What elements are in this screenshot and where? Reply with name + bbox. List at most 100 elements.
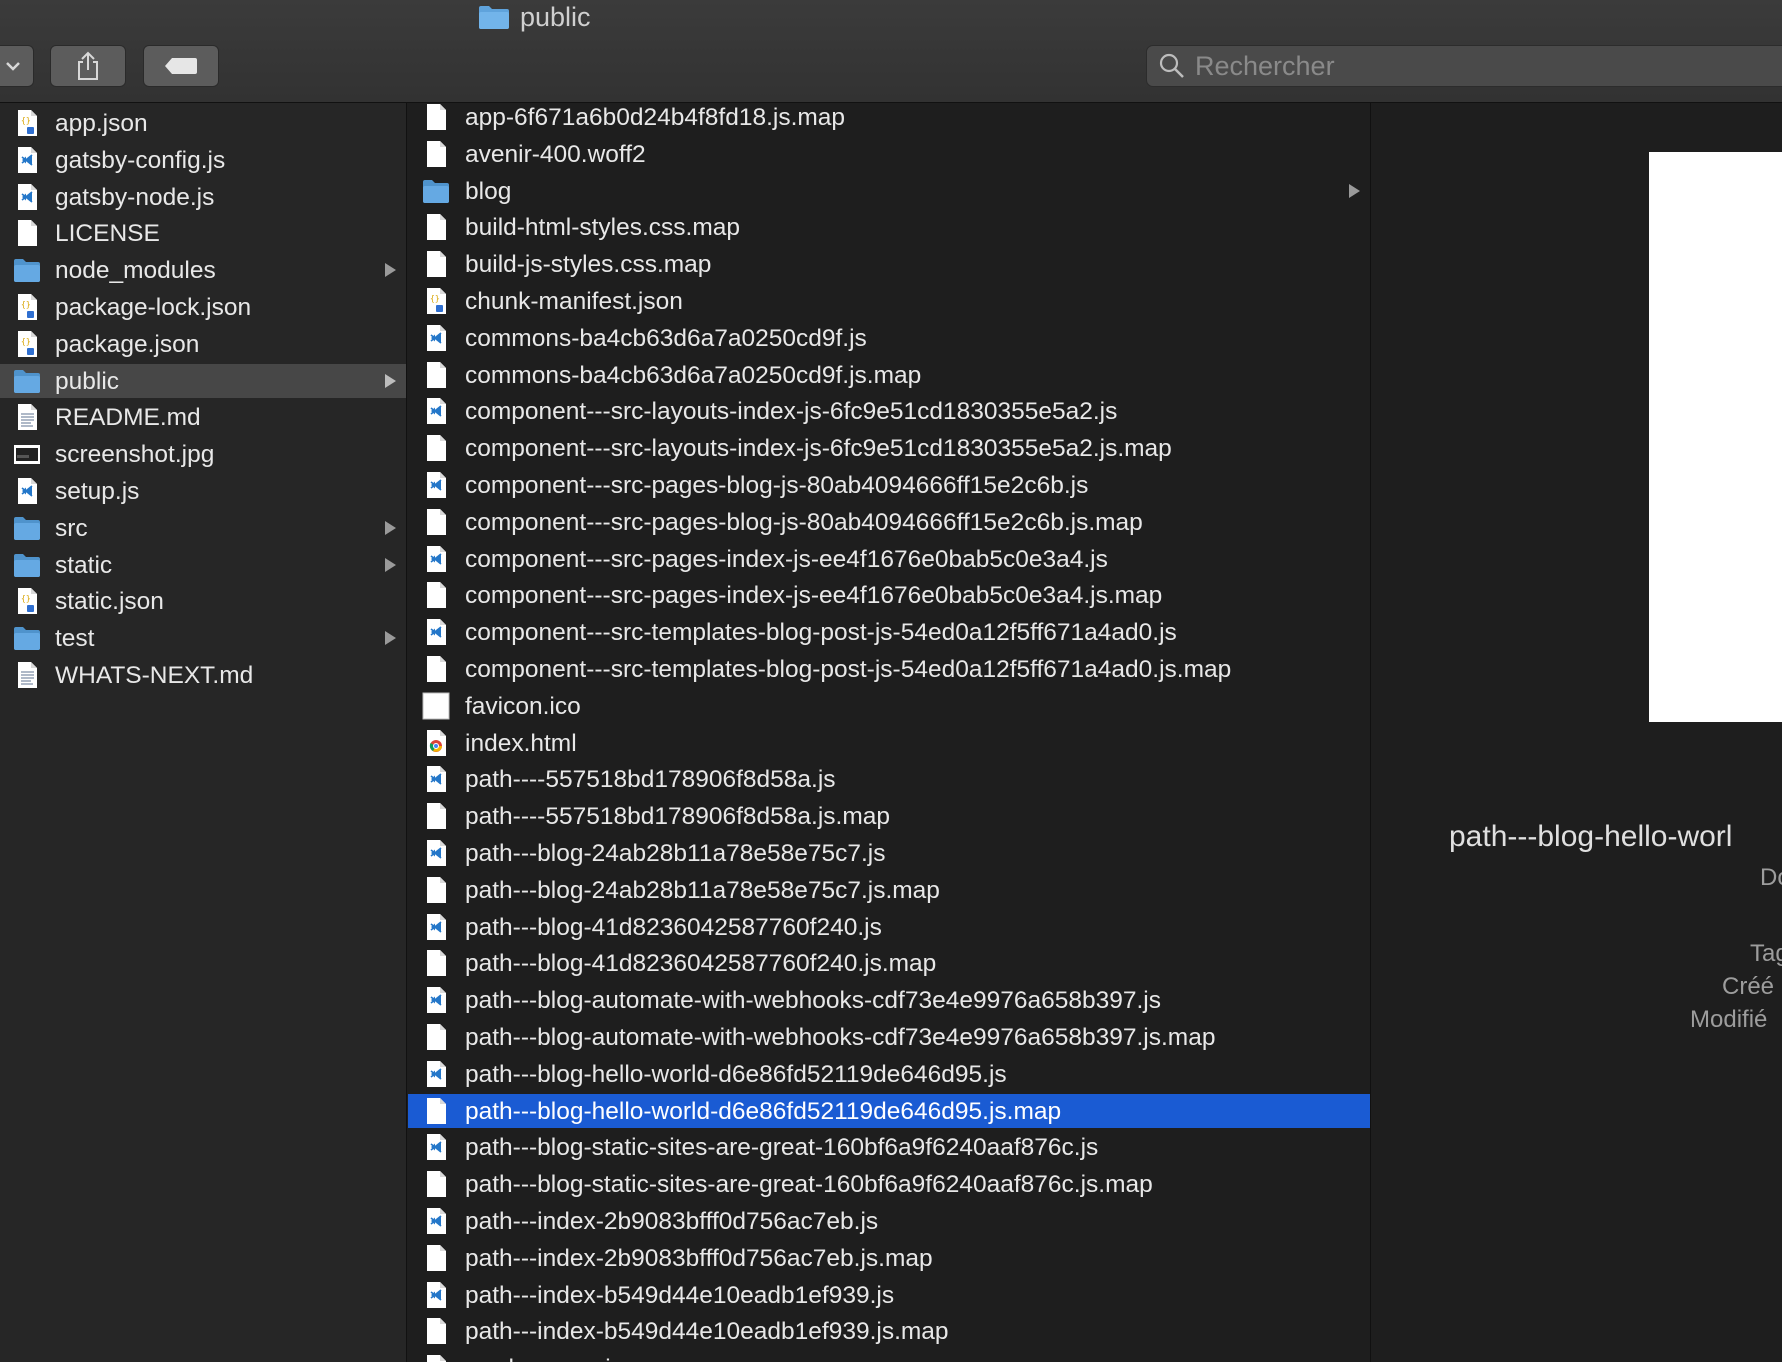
item-label: screenshot.jpg [55, 441, 215, 469]
file-item-path-blog-hello-world-d6e86fd52119de646d95-js-map[interactable]: path---blog-hello-world-d6e86fd52119de64… [408, 1093, 1370, 1128]
document-icon [422, 1354, 450, 1362]
folder-icon [13, 367, 41, 395]
document-icon [422, 581, 450, 609]
file-item-path-blog-automate-with-webhooks-cdf73e4e9976a658b397-js-map[interactable]: path---blog-automate-with-webhooks-cdf73… [408, 1020, 1370, 1054]
file-item-favicon-ico[interactable]: favicon.ico [408, 689, 1370, 723]
disclosure-arrow-icon[interactable] [385, 263, 396, 278]
blank-image-icon [422, 692, 450, 720]
file-item-path-557518bd178906f8d58a-js[interactable]: path----557518bd178906f8d58a.js [408, 762, 1370, 796]
file-item-chunk-manifest-json[interactable]: {} chunk-manifest.json [408, 284, 1370, 318]
file-item-gatsby-config-js[interactable]: gatsby-config.js [0, 143, 406, 177]
file-item-path-blog-24ab28b11a78e58e75c7-js-map[interactable]: path---blog-24ab28b11a78e58e75c7.js.map [408, 873, 1370, 907]
tags-button[interactable] [143, 45, 219, 87]
file-item-screenshot-jpg[interactable]: screenshot.jpg [0, 437, 406, 471]
folder-icon [13, 551, 41, 579]
file-item-node-modules[interactable]: node_modules [0, 253, 406, 287]
file-item-component-src-templates-blog-post-js-54ed0a12f5ff671a4ad0-js[interactable]: component---src-templates-blog-post-js-5… [408, 615, 1370, 649]
file-item-path-index-2b9083bfff0d756ac7eb-js[interactable]: path---index-2b9083bfff0d756ac7eb.js [408, 1204, 1370, 1238]
preview-kind: Do [1760, 864, 1782, 891]
file-item-index-html[interactable]: index.html [408, 726, 1370, 760]
file-item-path-blog-41d8236042587760f240-js-map[interactable]: path---blog-41d8236042587760f240.js.map [408, 946, 1370, 980]
folder-icon [13, 256, 41, 284]
item-label: path----557518bd178906f8d58a.js [465, 766, 836, 794]
file-item-build-html-styles-css-map[interactable]: build-html-styles.css.map [408, 210, 1370, 244]
file-item-static[interactable]: static [0, 548, 406, 582]
file-item-app-json[interactable]: {} app.json [0, 106, 406, 140]
file-item-setup-js[interactable]: setup.js [0, 474, 406, 508]
file-item-build-js-styles-css-map[interactable]: build-js-styles.css.map [408, 247, 1370, 281]
folder-icon [13, 514, 41, 542]
file-item-path-557518bd178906f8d58a-js-map[interactable]: path----557518bd178906f8d58a.js.map [408, 799, 1370, 833]
item-label: component---src-pages-index-js-ee4f1676e… [465, 582, 1163, 610]
file-item-package-json[interactable]: {} package.json [0, 327, 406, 361]
file-item-component-src-layouts-index-js-6fc9e51cd1830355e5a2-js-map[interactable]: component---src-layouts-index-js-6fc9e51… [408, 431, 1370, 465]
item-label: app-6f671a6b0d24b4f8fd18.js.map [465, 104, 846, 131]
file-item-component-src-templates-blog-post-js-54ed0a12f5ff671a4ad0-js-map[interactable]: component---src-templates-blog-post-js-5… [408, 652, 1370, 686]
file-item-path-blog-41d8236042587760f240-js[interactable]: path---blog-41d8236042587760f240.js [408, 910, 1370, 944]
file-item-app-6f671a6b0d24b4f8fd18-js-map[interactable]: app-6f671a6b0d24b4f8fd18.js.map [408, 103, 1370, 134]
vscode-file-icon [422, 986, 450, 1014]
item-label: gatsby-config.js [55, 146, 226, 174]
search-input[interactable] [1195, 50, 1755, 82]
json-file-icon: {} [422, 287, 450, 315]
file-item-component-src-pages-index-js-ee4f1676e0bab5c0e3a4-js[interactable]: component---src-pages-index-js-ee4f1676e… [408, 542, 1370, 576]
vscode-file-icon [422, 618, 450, 646]
file-item-component-src-layouts-index-js-6fc9e51cd1830355e5a2-js[interactable]: component---src-layouts-index-js-6fc9e51… [408, 394, 1370, 428]
file-item-path-blog-hello-world-d6e86fd52119de646d95-js[interactable]: path---blog-hello-world-d6e86fd52119de64… [408, 1057, 1370, 1091]
file-item-src[interactable]: src [0, 511, 406, 545]
item-label: path---blog-24ab28b11a78e58e75c7.js.map [465, 876, 940, 904]
file-item-path-blog-static-sites-are-great-160bf6a9f6240aaf876c-js-map[interactable]: path---blog-static-sites-are-great-160bf… [408, 1167, 1370, 1201]
document-icon [422, 250, 450, 278]
disclosure-arrow-icon[interactable] [385, 520, 396, 535]
parent-folder-column[interactable]: {} app.json gatsby-config.js gatsby-node.js… [0, 103, 407, 1362]
text-file-icon [13, 403, 41, 431]
file-item-readme-md[interactable]: README.md [0, 400, 406, 434]
chrome-file-icon [422, 729, 450, 757]
item-label: path---blog-automate-with-webhooks-cdf73… [465, 987, 1161, 1015]
disclosure-arrow-icon[interactable] [385, 631, 396, 646]
item-label: path---blog-static-sites-are-great-160bf… [465, 1134, 1099, 1162]
search-field[interactable] [1146, 45, 1782, 87]
file-item-static-json[interactable]: {} static.json [0, 584, 406, 618]
public-folder-column[interactable]: app-6f671a6b0d24b4f8fd18.js.map avenir-40… [408, 103, 1371, 1362]
file-item-package-lock-json[interactable]: {} package-lock.json [0, 290, 406, 324]
item-label: blog [465, 177, 512, 205]
disclosure-arrow-icon[interactable] [385, 557, 396, 572]
file-item-component-src-pages-blog-js-80ab4094666ff15e2c6b-js-map[interactable]: component---src-pages-blog-js-80ab409466… [408, 505, 1370, 539]
file-item-path-blog-automate-with-webhooks-cdf73e4e9976a658b397-js[interactable]: path---blog-automate-with-webhooks-cdf73… [408, 983, 1370, 1017]
file-item-gatsby-node-js[interactable]: gatsby-node.js [0, 180, 406, 214]
file-item-license[interactable]: LICENSE [0, 216, 406, 250]
chevron-down-icon [6, 62, 20, 71]
item-label: component---src-pages-blog-js-80ab409466… [465, 472, 1089, 499]
file-item-path-index-b549d44e10eadb1ef939-js-map[interactable]: path---index-b549d44e10eadb1ef939.js.map [408, 1314, 1370, 1348]
file-item-commons-ba4cb63d6a7a0250cd9f-js[interactable]: commons-ba4cb63d6a7a0250cd9f.js [408, 321, 1370, 355]
vscode-file-icon [422, 1207, 450, 1235]
item-label: package-lock.json [55, 294, 252, 321]
file-item-commons-ba4cb63d6a7a0250cd9f-js-map[interactable]: commons-ba4cb63d6a7a0250cd9f.js.map [408, 358, 1370, 392]
item-label: node_modules [55, 257, 216, 285]
file-item-path-index-b549d44e10eadb1ef939-js[interactable]: path---index-b549d44e10eadb1ef939.js [408, 1278, 1370, 1312]
file-item-test[interactable]: test [0, 621, 406, 655]
file-item-path-index-2b9083bfff0d756ac7eb-js-map[interactable]: path---index-2b9083bfff0d756ac7eb.js.map [408, 1241, 1370, 1275]
share-button[interactable] [50, 45, 126, 87]
item-label: path---blog-41d8236042587760f240.js [465, 913, 882, 941]
item-label: static [55, 551, 113, 579]
file-item-render-page-js-map[interactable]: render-page.js.map [408, 1351, 1370, 1362]
file-item-public[interactable]: public [0, 363, 406, 398]
file-item-whats-next-md[interactable]: WHATS-NEXT.md [0, 658, 406, 692]
preview-created-label: Créé [1722, 973, 1775, 1000]
item-label: component---src-layouts-index-js-6fc9e51… [465, 435, 1172, 463]
view-options-button[interactable] [0, 45, 34, 87]
file-item-avenir-400-woff2[interactable]: avenir-400.woff2 [408, 137, 1370, 171]
file-item-component-src-pages-index-js-ee4f1676e0bab5c0e3a4-js-map[interactable]: component---src-pages-index-js-ee4f1676e… [408, 578, 1370, 612]
file-item-path-blog-24ab28b11a78e58e75c7-js[interactable]: path---blog-24ab28b11a78e58e75c7.js [408, 836, 1370, 870]
item-label: path---blog-hello-world-d6e86fd52119de64… [465, 1060, 1007, 1088]
file-item-component-src-pages-blog-js-80ab4094666ff15e2c6b-js[interactable]: component---src-pages-blog-js-80ab409466… [408, 468, 1370, 502]
item-label: path----557518bd178906f8d58a.js.map [465, 803, 890, 831]
file-item-blog[interactable]: blog [408, 174, 1370, 208]
disclosure-arrow-icon[interactable] [385, 373, 396, 388]
file-item-path-blog-static-sites-are-great-160bf6a9f6240aaf876c-js[interactable]: path---blog-static-sites-are-great-160bf… [408, 1130, 1370, 1164]
disclosure-arrow-icon[interactable] [1349, 183, 1360, 198]
item-label: component---src-templates-blog-post-js-5… [465, 619, 1177, 647]
item-label: path---blog-41d8236042587760f240.js.map [465, 950, 937, 978]
